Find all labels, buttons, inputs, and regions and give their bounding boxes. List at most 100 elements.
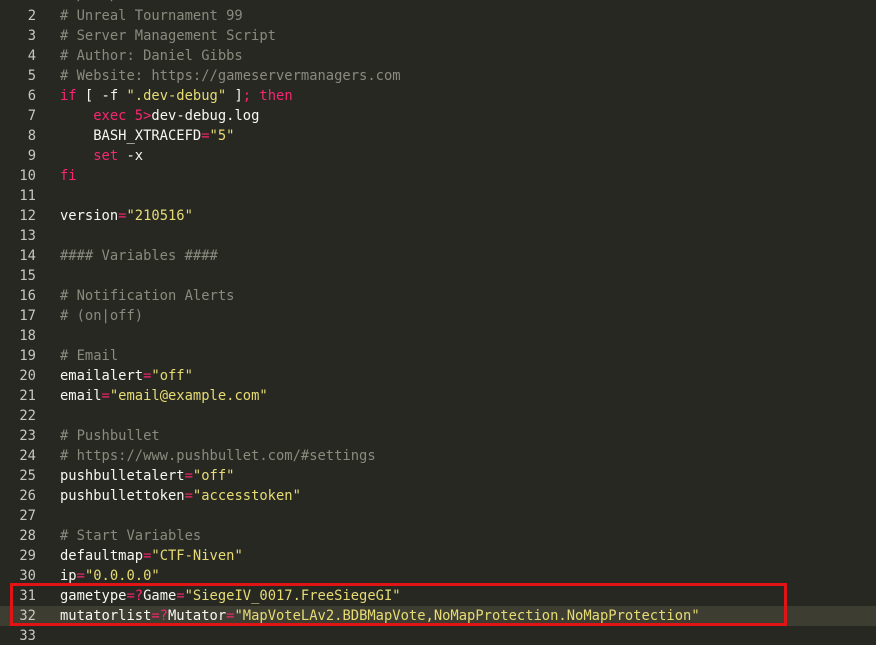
line-code[interactable]: # Website: https://gameservermanagers.co… [60,66,876,86]
line-code[interactable]: gametype=?Game="SiegeIV_0017.FreeSiegeGI… [60,586,876,606]
line-code[interactable]: # Start Variables [60,526,876,546]
code-token-operator: =? [151,608,168,624]
code-line[interactable]: 26 pushbullettoken="accesstoken" [0,486,876,506]
code-token-plain: email [60,388,102,404]
line-number: 21 [19,388,36,404]
line-code[interactable]: # Pushbullet [60,426,876,446]
line-code[interactable]: # (on|off) [60,306,876,326]
line-number: 8 [27,128,36,144]
line-number: 2 [27,8,36,24]
line-code[interactable] [60,406,876,426]
line-code[interactable]: emailalert="off" [60,366,876,386]
code-line[interactable]: 13 [0,226,876,246]
code-line[interactable]: 8 BASH_XTRACEFD="5" [0,126,876,146]
line-code[interactable]: # Unreal Tournament 99 [60,6,876,26]
line-code[interactable] [60,626,876,645]
code-token-comment: #!/bin/bash [60,0,151,4]
line-number: 28 [19,528,36,544]
code-token-keyword: then [259,88,293,104]
line-code[interactable]: # Server Management Script [60,26,876,46]
line-number: 33 [19,628,36,644]
line-code[interactable]: email="email@example.com" [60,386,876,406]
code-line[interactable]: 20 emailalert="off" [0,366,876,386]
line-number: 16 [19,288,36,304]
line-code[interactable] [60,226,876,246]
code-token-operator: =? [126,588,144,604]
code-line[interactable]: 33 [0,626,876,645]
line-code[interactable] [60,326,876,346]
line-code[interactable] [60,506,876,526]
code-token-plain: mutatorlist [60,608,152,624]
code-token-keyword: if [60,88,77,104]
code-line[interactable]: 11 [0,186,876,206]
line-code[interactable]: exec 5>dev-debug.log [60,106,876,126]
code-token-string: "accesstoken" [192,488,301,504]
code-line[interactable]: 29 defaultmap="CTF-Niven" [0,546,876,566]
line-code[interactable]: pushbullettoken="accesstoken" [60,486,876,506]
code-token-operator: = [76,568,85,584]
editor-lines[interactable]: 1#!/bin/bash2# Unreal Tournament 993# Se… [0,0,876,645]
code-line[interactable]: 14 #### Variables #### [0,246,876,266]
line-code[interactable]: pushbulletalert="off" [60,466,876,486]
line-number: 15 [19,268,36,284]
code-token-string: ".dev-debug" [126,88,227,104]
code-editor[interactable]: 1#!/bin/bash2# Unreal Tournament 993# Se… [0,0,876,645]
code-token-comment: # Start Variables [60,528,202,544]
code-line[interactable]: 5 # Website: https://gameservermanagers.c… [0,66,876,86]
code-line[interactable]: 10 fi [0,166,876,186]
code-token-string: "off" [192,468,235,484]
line-code[interactable] [60,186,876,206]
code-token-plain: -x [118,148,144,164]
line-code[interactable]: defaultmap="CTF-Niven" [60,546,876,566]
code-line[interactable]: 22 [0,406,876,426]
line-code[interactable]: ip="0.0.0.0" [60,566,876,586]
line-number: 17 [19,308,36,324]
code-token-keyword: set [93,148,119,164]
code-line[interactable]: 21 email="email@example.com" [0,386,876,406]
code-token-plain: pushbulletalert [60,468,185,484]
code-line[interactable]: 6 if [ -f ".dev-debug" ]; then [0,86,876,106]
code-line[interactable]: 31 gametype=?Game="SiegeIV_0017.FreeSiege… [0,586,876,606]
code-line[interactable]: 17 # (on|off) [0,306,876,326]
code-line[interactable]: 9 set -x [0,146,876,166]
code-token-plain: defaultmap [60,548,144,564]
code-token-string: "MapVoteLAv2.BDBMapVote,NoMapProtection.… [234,608,700,624]
code-line[interactable]: 15 [0,266,876,286]
line-number: 3 [27,28,36,44]
line-code[interactable]: mutatorlist=?Mutator="MapVoteLAv2.BDBMap… [44,606,876,626]
line-code[interactable]: if [ -f ".dev-debug" ]; then [60,86,876,106]
code-line[interactable]: 23 # Pushbullet [0,426,876,446]
code-token-operator: = [184,468,193,484]
line-code[interactable]: # https://www.pushbullet.com/#settings [60,446,876,466]
line-code[interactable]: set -x [60,146,876,166]
code-line[interactable]: 12 version="210516" [0,206,876,226]
code-token-plain: Game [143,588,177,604]
code-line[interactable]: 2 # Unreal Tournament 99 [0,6,876,26]
code-line[interactable]: 30 ip="0.0.0.0" [0,566,876,586]
line-number: 12 [19,208,36,224]
code-line[interactable]: 27 [0,506,876,526]
code-line[interactable]: 16 # Notification Alerts [0,286,876,306]
line-code[interactable]: #### Variables #### [60,246,876,266]
line-code[interactable]: BASH_XTRACEFD="5" [60,126,876,146]
code-line[interactable]: 7 exec 5>dev-debug.log [0,106,876,126]
line-code[interactable]: # Notification Alerts [60,286,876,306]
line-number: 6 [27,88,36,104]
line-number: 18 [19,328,36,344]
code-line[interactable]: 28 # Start Variables [0,526,876,546]
line-number: 20 [19,368,36,384]
line-code[interactable]: # Author: Daniel Gibbs [60,46,876,66]
code-line[interactable]: 24 # https://www.pushbullet.com/#settings [0,446,876,466]
line-code[interactable]: # Email [60,346,876,366]
line-code[interactable] [60,266,876,286]
code-token-string: "CTF-Niven" [151,548,243,564]
code-line[interactable]: 4 # Author: Daniel Gibbs [0,46,876,66]
code-line[interactable]: 3 # Server Management Script [0,26,876,46]
code-line[interactable]: 32 mutatorlist=?Mutator="MapVoteLAv2.BDBM… [0,606,876,626]
line-number: 31 [19,588,36,604]
line-code[interactable]: version="210516" [60,206,876,226]
code-line[interactable]: 25 pushbulletalert="off" [0,466,876,486]
code-line[interactable]: 19 # Email [0,346,876,366]
code-line[interactable]: 18 [0,326,876,346]
line-code[interactable]: fi [60,166,876,186]
